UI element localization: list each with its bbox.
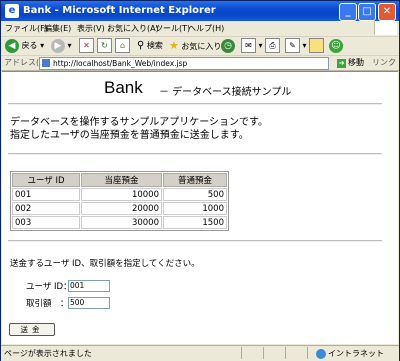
- history-button[interactable]: ◷: [221, 38, 235, 54]
- user-id-label: ユーザ ID：: [26, 282, 72, 292]
- cell-user-id: 002: [12, 202, 80, 215]
- status-divider: [263, 347, 264, 359]
- cell-savings: 500: [163, 188, 227, 201]
- forward-arrow-icon: ▶: [51, 38, 65, 53]
- menu-bar: ファイル(F) 編集(E) 表示(V) お気に入り(A) ツール(T) ヘルプ(…: [1, 21, 399, 37]
- go-arrow-icon: ➜: [337, 59, 346, 68]
- stop-button[interactable]: ✕: [79, 38, 94, 54]
- menu-edit[interactable]: 編集(E): [44, 23, 71, 34]
- window-title: Bank - Microsoft Internet Explorer: [23, 5, 216, 16]
- search-button[interactable]: ⚲ 検索: [137, 38, 163, 54]
- address-bar: アドレス(D) http://localhost/Bank_Web/index.…: [1, 56, 399, 71]
- chevron-down-icon: ▾: [258, 41, 263, 50]
- browser-window: e Bank - Microsoft Internet Explorer _ □…: [0, 0, 400, 361]
- cell-savings: 1000: [163, 202, 227, 215]
- print-icon: ⎙: [265, 38, 280, 53]
- table-row: 001 10000 500: [12, 188, 227, 201]
- header-savings: 普通預金: [163, 173, 227, 187]
- amount-input[interactable]: 500: [68, 297, 110, 309]
- menu-help[interactable]: ヘルプ(H): [188, 23, 224, 34]
- chevron-down-icon: ▾: [40, 41, 45, 50]
- windows-logo-icon: [374, 21, 397, 35]
- go-label: 移動: [348, 58, 364, 67]
- description-line-2: 指定したユーザの当座預金を普通預金に送金します。: [10, 130, 249, 141]
- page-content: Bank － データベース接続サンプル データベースを操作するサンプルアプリケー…: [2, 71, 398, 344]
- divider: [8, 103, 382, 105]
- back-button[interactable]: ◀ 戻る ▾: [5, 38, 44, 54]
- header-checking: 当座預金: [81, 173, 162, 187]
- page-title: Bank: [104, 78, 143, 97]
- messenger-button[interactable]: ☺: [329, 38, 343, 54]
- discuss-button[interactable]: [309, 38, 324, 54]
- page-subtitle: － データベース接続サンプル: [159, 87, 292, 98]
- maximize-button[interactable]: □: [358, 3, 376, 21]
- messenger-icon: ☺: [329, 38, 343, 53]
- globe-icon: [316, 348, 326, 359]
- print-button[interactable]: ⎙: [265, 38, 280, 54]
- security-zone: イントラネット: [316, 348, 384, 359]
- title-bar[interactable]: e Bank - Microsoft Internet Explorer _ □…: [1, 1, 399, 21]
- cell-checking: 10000: [81, 188, 162, 201]
- mail-icon: ✉: [241, 38, 256, 53]
- cell-checking: 20000: [81, 202, 162, 215]
- cell-user-id: 003: [12, 216, 80, 229]
- status-text: ページが表示されました: [4, 349, 92, 358]
- menu-file[interactable]: ファイル(F): [5, 23, 48, 34]
- minimize-button[interactable]: _: [339, 3, 357, 21]
- favorites-label: お気に入り: [181, 42, 222, 51]
- stop-icon: ✕: [79, 38, 94, 53]
- chevron-down-icon: ▾: [302, 41, 307, 50]
- edit-button[interactable]: ✎ ▾: [285, 38, 307, 54]
- go-button[interactable]: ➜ 移動: [337, 57, 364, 68]
- edit-icon: ✎: [285, 38, 300, 53]
- search-label: 検索: [146, 41, 163, 50]
- favorites-button[interactable]: ★ お気に入り: [169, 38, 221, 54]
- star-icon: ★: [169, 39, 179, 52]
- links-button[interactable]: リンク: [372, 57, 396, 68]
- account-table: ユーザ ID 当座預金 普通預金 001 10000 500 002 20000…: [10, 171, 229, 231]
- status-bar: ページが表示されました イントラネット: [1, 345, 399, 361]
- back-label: 戻る: [21, 41, 38, 50]
- table-header-row: ユーザ ID 当座預金 普通預金: [12, 173, 227, 187]
- back-arrow-icon: ◀: [5, 38, 19, 53]
- table-row: 003 30000 1500: [12, 216, 227, 229]
- address-field[interactable]: http://localhost/Bank_Web/index.jsp: [39, 57, 329, 70]
- transfer-prompt: 送金するユーザ ID、取引額を指定してください。: [10, 259, 200, 269]
- status-divider: [241, 347, 242, 359]
- home-button[interactable]: ⌂: [115, 38, 130, 54]
- divider: [8, 153, 382, 155]
- status-divider: [285, 347, 286, 359]
- mail-button[interactable]: ✉ ▾: [241, 38, 263, 54]
- menu-view[interactable]: 表示(V): [77, 23, 105, 34]
- home-icon: ⌂: [115, 38, 130, 53]
- menu-tools[interactable]: ツール(T): [155, 23, 190, 34]
- forward-button[interactable]: ▶ ▾: [51, 38, 72, 54]
- status-divider: [307, 347, 308, 359]
- ie-logo-icon: e: [5, 4, 19, 18]
- refresh-button[interactable]: ↻: [97, 38, 112, 54]
- toolbar: ◀ 戻る ▾ ▶ ▾ ✕ ↻ ⌂ ⚲ 検索 ★ お気に入り ◷ ✉ ▾ ⎙ ✎ …: [1, 37, 399, 56]
- search-icon: ⚲: [137, 40, 145, 51]
- user-id-input[interactable]: 001: [68, 280, 110, 292]
- chevron-down-icon: ▾: [67, 41, 72, 50]
- page-icon: [42, 59, 50, 67]
- history-icon: ◷: [221, 38, 235, 53]
- divider: [8, 240, 382, 242]
- refresh-icon: ↻: [97, 38, 112, 53]
- zone-label: イントラネット: [328, 349, 384, 358]
- address-url: http://localhost/Bank_Web/index.jsp: [53, 59, 188, 68]
- discuss-icon: [309, 38, 324, 53]
- header-user-id: ユーザ ID: [12, 173, 80, 187]
- send-button[interactable]: 送金: [9, 323, 55, 336]
- close-button[interactable]: ✕: [378, 3, 396, 21]
- amount-label: 取引額 ：: [26, 299, 69, 309]
- cell-checking: 30000: [81, 216, 162, 229]
- cell-user-id: 001: [12, 188, 80, 201]
- cell-savings: 1500: [163, 216, 227, 229]
- table-row: 002 20000 1000: [12, 202, 227, 215]
- menu-favorites[interactable]: お気に入り(A): [107, 23, 159, 34]
